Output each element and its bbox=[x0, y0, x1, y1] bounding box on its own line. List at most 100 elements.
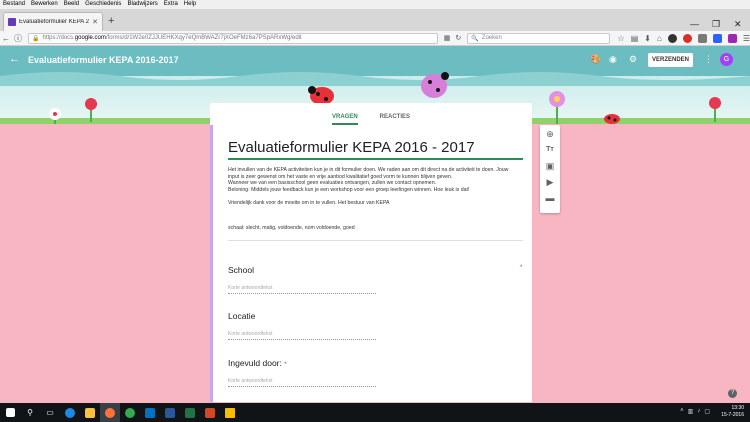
word-icon[interactable] bbox=[160, 403, 180, 422]
url-bar[interactable]: 🔒 https://docs.google.com/forms/d/1W2e0Z… bbox=[28, 32, 438, 44]
description-line: Beloning: Middels jouw feedback kun je e… bbox=[228, 186, 470, 193]
more-vert-icon[interactable]: ⋮ bbox=[704, 54, 713, 65]
forms-favicon-icon bbox=[8, 18, 16, 26]
menu-extra[interactable]: Extra bbox=[164, 0, 178, 9]
notification-icon[interactable]: ▢ bbox=[704, 408, 710, 415]
chrome-icon[interactable] bbox=[120, 403, 140, 422]
menubar: Bestand Bewerken Beeld Geschiedenis Blad… bbox=[0, 0, 750, 9]
search-bar[interactable]: 🔍 Zoeken bbox=[467, 32, 610, 44]
preview-eye-icon[interactable]: ◉ bbox=[609, 54, 617, 65]
add-section-icon[interactable]: ▬ bbox=[545, 193, 555, 203]
drive-icon[interactable] bbox=[220, 403, 240, 422]
question-filled-by[interactable]: Ingevuld door: * Korte antwoordtekst bbox=[228, 358, 523, 387]
back-arrow-icon[interactable]: ← bbox=[9, 53, 20, 65]
flower-red-right-icon bbox=[709, 97, 721, 122]
flower-red-icon bbox=[85, 98, 97, 122]
question-location[interactable]: Locatie Korte antwoordtekst bbox=[228, 311, 523, 340]
search-placeholder: Zoeken bbox=[481, 35, 502, 41]
form-tabs: VRAGEN REACTIES bbox=[210, 103, 532, 125]
reader-icon[interactable]: ▦ bbox=[444, 34, 451, 42]
url-rest: /forms/d/1W2e0ZJJUEHKXqy7eQmBWAZr7jXOeFM… bbox=[105, 35, 302, 41]
description-line: Wanneer we van een basisschool geen eval… bbox=[228, 180, 437, 187]
header-form-title: Evaluatieformulier KEPA 2016-2017 bbox=[28, 55, 179, 65]
search-icon: 🔍 bbox=[471, 35, 479, 42]
avatar[interactable]: G bbox=[720, 53, 733, 66]
outlook-icon[interactable] bbox=[140, 403, 160, 422]
lock-icon: 🔒 bbox=[32, 35, 40, 42]
question-label: School bbox=[228, 265, 254, 275]
add-question-icon[interactable]: ⊕ bbox=[545, 129, 555, 139]
form-title-input[interactable]: Evaluatieformulier KEPA 2016 - 2017 bbox=[228, 139, 523, 160]
send-button[interactable]: VERZENDEN bbox=[648, 53, 694, 67]
puzzle-extension-icon[interactable] bbox=[727, 33, 737, 43]
menu-geschiedenis[interactable]: Geschiedenis bbox=[85, 0, 121, 9]
reload-icon[interactable]: ↻ bbox=[455, 34, 461, 42]
windows-start-icon[interactable] bbox=[0, 403, 20, 422]
back-icon[interactable]: ← bbox=[0, 34, 12, 43]
menu-beeld[interactable]: Beeld bbox=[64, 0, 79, 9]
navigation-bar: ← ⓘ 🔒 https://docs.google.com/forms/d/1W… bbox=[0, 31, 750, 46]
shield-extension-icon[interactable] bbox=[697, 33, 707, 43]
tab-questions[interactable]: VRAGEN bbox=[331, 114, 358, 125]
task-view-icon[interactable]: ▭ bbox=[40, 403, 60, 422]
tab-responses[interactable]: REACTIES bbox=[380, 114, 410, 125]
question-school[interactable]: School Korte antwoordtekst bbox=[228, 265, 523, 294]
short-answer-field[interactable]: Korte antwoordtekst bbox=[228, 285, 376, 294]
flower-pink-icon bbox=[549, 91, 565, 124]
search-icon[interactable]: ⚲ bbox=[20, 403, 40, 422]
bluetooth-extension-icon[interactable] bbox=[712, 33, 722, 43]
short-answer-field[interactable]: Korte antwoordtekst bbox=[228, 331, 376, 340]
url-host: google.com bbox=[74, 35, 106, 41]
add-image-icon[interactable]: ▣ bbox=[545, 161, 555, 171]
ladybug-purple-icon bbox=[421, 72, 449, 98]
clipboard-icon[interactable]: ▤ bbox=[631, 34, 639, 43]
taskbar: ⚲ ▭ ˄ ▥ ♪ ▢ 13:30 15-7-2016 bbox=[0, 403, 750, 422]
browser-tab[interactable]: Evaluatieformulier KEPA 20... ✕ bbox=[3, 12, 103, 31]
menu-help[interactable]: Help bbox=[184, 0, 196, 9]
tab-strip: Evaluatieformulier KEPA 20... ✕ + — ❐ ✕ bbox=[0, 9, 750, 31]
menu-bladwijzers[interactable]: Bladwijzers bbox=[127, 0, 157, 9]
short-answer-field[interactable]: Korte antwoordtekst bbox=[228, 378, 376, 387]
excel-icon[interactable] bbox=[180, 403, 200, 422]
description-line: Vriendelijk dank voor de moeite om in te… bbox=[228, 199, 390, 206]
clock[interactable]: 13:30 15-7-2016 bbox=[721, 405, 744, 419]
clock-time: 13:30 bbox=[731, 405, 744, 411]
menu-hamburger-icon[interactable]: ☰ bbox=[743, 34, 750, 43]
help-icon[interactable]: ? bbox=[728, 389, 737, 398]
add-video-icon[interactable]: ▶ bbox=[545, 177, 555, 187]
star-icon[interactable]: ☆ bbox=[618, 34, 625, 43]
close-window-icon[interactable]: ✕ bbox=[734, 19, 742, 30]
chevron-up-icon[interactable]: ˄ bbox=[680, 408, 684, 415]
divider bbox=[228, 240, 523, 241]
palette-icon[interactable]: 🎨 bbox=[590, 54, 601, 65]
scale-text: schaal: slecht, matig, voldoende, ruim v… bbox=[228, 225, 355, 231]
explorer-icon[interactable] bbox=[80, 403, 100, 422]
new-tab-icon[interactable]: + bbox=[108, 15, 114, 27]
tab-title: Evaluatieformulier KEPA 20... bbox=[19, 19, 89, 25]
close-tab-icon[interactable]: ✕ bbox=[92, 18, 98, 26]
menu-bestand[interactable]: Bestand bbox=[3, 0, 25, 9]
info-icon[interactable]: ⓘ bbox=[12, 33, 24, 44]
question-toolbar: ⊕ Tт ▣ ▶ ▬ bbox=[540, 125, 560, 213]
edge-icon[interactable] bbox=[60, 403, 80, 422]
volume-icon[interactable]: ♪ bbox=[697, 408, 700, 415]
add-title-text-icon[interactable]: Tт bbox=[545, 145, 555, 155]
ladybug-small-icon bbox=[604, 114, 620, 124]
maximize-icon[interactable]: ❐ bbox=[712, 19, 720, 30]
description-line: Het invullen van de KEPA activiteiten ku… bbox=[228, 167, 509, 173]
form-description[interactable]: Het invullen van de KEPA activiteiten ku… bbox=[228, 167, 523, 207]
powerpoint-icon[interactable] bbox=[200, 403, 220, 422]
settings-gear-icon[interactable]: ⚙ bbox=[629, 54, 637, 65]
smiley-extension-icon[interactable] bbox=[667, 33, 677, 43]
adblock-extension-icon[interactable] bbox=[682, 33, 692, 43]
download-icon[interactable]: ⬇ bbox=[644, 34, 651, 43]
question-label: Ingevuld door: bbox=[228, 358, 282, 368]
firefox-icon[interactable] bbox=[100, 403, 120, 422]
clock-date: 15-7-2016 bbox=[721, 412, 744, 418]
minimize-icon[interactable]: — bbox=[690, 19, 699, 29]
menu-bewerken[interactable]: Bewerken bbox=[31, 0, 58, 9]
system-tray: ˄ ▥ ♪ ▢ bbox=[680, 408, 710, 415]
home-icon[interactable]: ⌂ bbox=[657, 34, 662, 43]
question-label: Locatie bbox=[228, 311, 256, 321]
network-icon[interactable]: ▥ bbox=[688, 408, 694, 415]
